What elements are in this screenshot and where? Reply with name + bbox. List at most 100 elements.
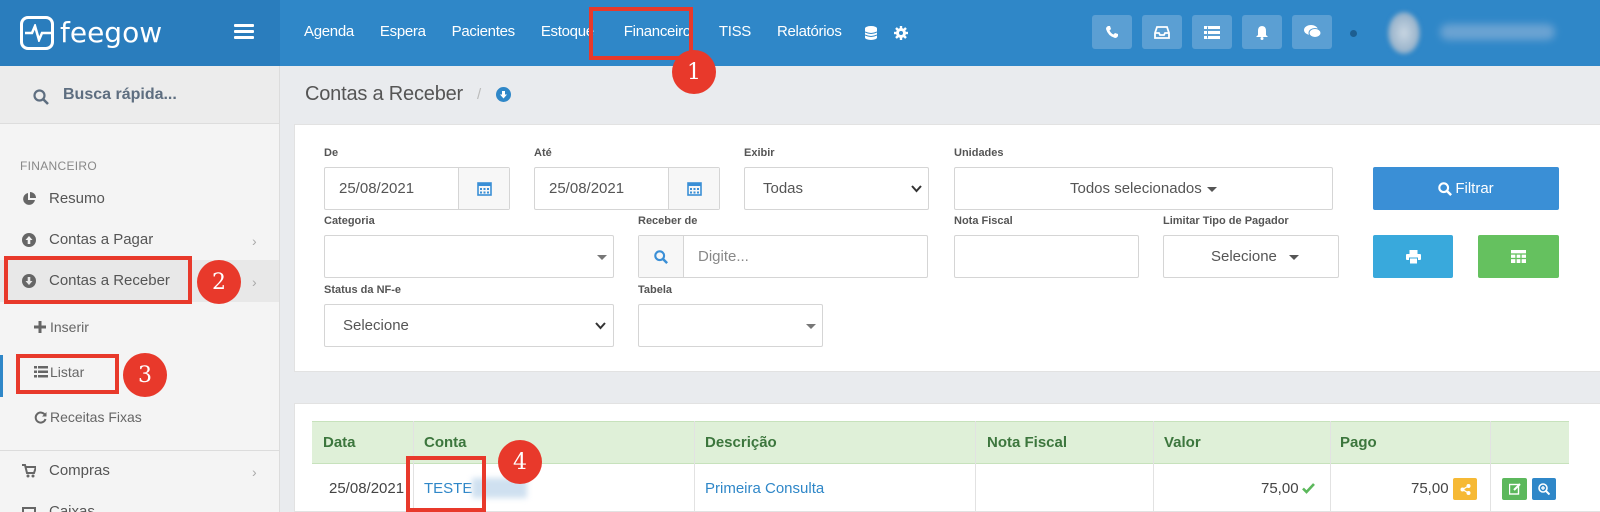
search-icon — [1438, 181, 1453, 196]
nota-fiscal-input[interactable] — [954, 235, 1139, 278]
bell-icon — [1256, 25, 1268, 40]
cart-icon — [22, 464, 36, 478]
annotation-badge-2: 2 — [197, 260, 241, 304]
annotation-badge-4: 4 — [498, 440, 542, 484]
column-header-nota-fiscal[interactable]: Nota Fiscal — [987, 434, 1067, 451]
column-divider — [694, 421, 695, 512]
date-from-input[interactable]: 25/08/2021 — [324, 167, 510, 210]
hamburger-menu-icon[interactable] — [234, 24, 254, 40]
categoria-select[interactable] — [324, 235, 614, 278]
cell-pago: 75,00 — [1411, 480, 1449, 497]
filter-label-nota-fiscal: Nota Fiscal — [954, 215, 1013, 227]
database-icon[interactable] — [856, 0, 886, 66]
column-divider — [1490, 421, 1491, 512]
zoom-in-icon — [1538, 483, 1550, 495]
gear-icon[interactable] — [886, 0, 916, 66]
highlight-box-contas-a-receber — [4, 256, 192, 304]
date-from-value: 25/08/2021 — [339, 180, 415, 197]
filter-button-label: Filtrar — [1455, 180, 1494, 197]
sidebar-item-compras[interactable]: Compras › — [0, 450, 279, 492]
phone-icon — [1106, 26, 1118, 38]
list-button[interactable] — [1192, 15, 1232, 49]
sidebar-item-label: Contas a Pagar — [49, 231, 154, 248]
quick-search[interactable]: Busca rápida... — [0, 66, 279, 124]
sidebar-item-label: Caixas — [49, 503, 95, 512]
column-header-valor[interactable]: Valor — [1164, 434, 1201, 451]
unidades-multiselect[interactable]: Todos selecionados — [954, 167, 1333, 210]
column-header-pago[interactable]: Pago — [1340, 434, 1377, 451]
column-divider — [1153, 421, 1154, 512]
sidebar-item-label: Compras — [49, 462, 110, 479]
caret-down-icon — [597, 255, 607, 260]
filter-label-unidades: Unidades — [954, 147, 1004, 159]
arrow-up-circle-icon — [22, 233, 36, 247]
inbox-icon — [1154, 25, 1170, 39]
sidebar-item-caixas[interactable]: Caixas — [0, 491, 279, 512]
cell-data: 25/08/2021 — [329, 480, 405, 497]
filter-label-exibir: Exibir — [744, 147, 775, 159]
nav-espera[interactable]: Espera — [368, 0, 440, 66]
calendar-button[interactable] — [668, 168, 719, 209]
search-icon — [33, 89, 49, 105]
descricao-link[interactable]: Primeira Consulta — [705, 480, 824, 497]
logo-heartbeat-icon — [20, 16, 54, 50]
refresh-icon — [34, 411, 47, 424]
phone-button[interactable] — [1092, 15, 1132, 49]
list-icon — [1204, 25, 1220, 39]
nav-relatorios[interactable]: Relatórios — [765, 0, 856, 66]
pie-chart-icon — [23, 192, 36, 205]
sidebar-section-title: FINANCEIRO — [20, 159, 98, 173]
notifications-button[interactable] — [1242, 15, 1282, 49]
quick-search-label: Busca rápida... — [63, 86, 177, 103]
tabela-select[interactable] — [638, 304, 823, 347]
print-button[interactable] — [1373, 235, 1453, 278]
check-icon — [1302, 483, 1315, 494]
user-name-blurred[interactable] — [1440, 24, 1555, 40]
nav-agenda[interactable]: Agenda — [292, 0, 368, 66]
view-button[interactable] — [1532, 478, 1556, 500]
filter-button[interactable]: Filtrar — [1373, 167, 1559, 210]
sidebar-item-resumo[interactable]: Resumo — [0, 178, 279, 220]
date-to-input[interactable]: 25/08/2021 — [534, 167, 720, 210]
calendar-button[interactable] — [458, 168, 509, 209]
inbox-button[interactable] — [1142, 15, 1182, 49]
avatar[interactable] — [1388, 12, 1420, 54]
highlight-box-listar — [16, 354, 119, 394]
sidebar-subitem-label: Receitas Fixas — [50, 409, 142, 425]
chevron-right-icon: › — [252, 274, 257, 290]
caret-down-icon — [1207, 187, 1217, 192]
filter-label-tabela: Tabela — [638, 284, 673, 296]
chevron-down-icon — [595, 322, 606, 330]
column-header-descricao[interactable]: Descrição — [705, 434, 777, 451]
sidebar-subitem-label: Inserir — [50, 319, 89, 335]
column-header-conta[interactable]: Conta — [424, 434, 467, 451]
chat-button[interactable] — [1292, 15, 1332, 49]
export-excel-button[interactable] — [1478, 235, 1559, 278]
filter-label-status-nfe: Status da NF-e — [324, 284, 402, 296]
sidebar-subitem-inserir[interactable]: Inserir — [0, 306, 279, 348]
nav-pacientes[interactable]: Pacientes — [440, 0, 529, 66]
annotation-badge-1: 1 — [672, 50, 716, 94]
nav-tiss[interactable]: TISS — [707, 0, 765, 66]
download-circle-icon[interactable] — [496, 87, 511, 102]
receber-de-input[interactable]: Digite... — [638, 235, 928, 278]
limitar-tipo-pagador-select[interactable]: Selecione — [1163, 235, 1339, 278]
exibir-select[interactable]: Todas — [744, 167, 929, 210]
breadcrumb-separator: / — [477, 86, 482, 103]
edit-icon — [1508, 483, 1521, 495]
highlight-box-conta — [406, 456, 486, 512]
sidebar-item-contas-a-pagar[interactable]: Contas a Pagar › — [0, 219, 279, 261]
status-nfe-select[interactable]: Selecione — [324, 304, 614, 347]
chevron-right-icon: › — [252, 233, 257, 249]
calendar-icon — [476, 182, 492, 196]
caret-down-icon — [1289, 255, 1299, 260]
edit-button[interactable] — [1502, 478, 1527, 500]
annotation-badge-3: 3 — [123, 353, 167, 397]
filter-label-limitar-tipo-pagador: Limitar Tipo de Pagador — [1163, 215, 1289, 227]
receber-de-search-addon — [639, 236, 684, 277]
sidebar-subitem-receitas-fixas[interactable]: Receitas Fixas — [0, 396, 279, 438]
share-icon — [1460, 483, 1470, 495]
column-header-data[interactable]: Data — [323, 434, 356, 451]
caret-down-icon — [806, 324, 816, 329]
share-button[interactable] — [1453, 478, 1477, 500]
